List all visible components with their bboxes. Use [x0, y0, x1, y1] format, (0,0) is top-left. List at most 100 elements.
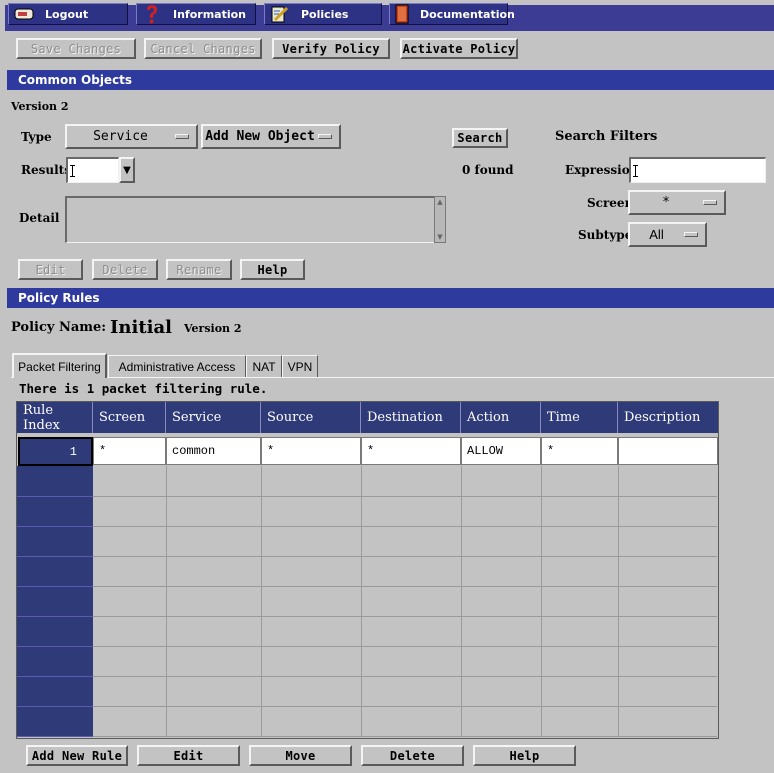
option-indicator-icon [318, 134, 332, 139]
help-rule-button[interactable]: Help [473, 745, 576, 766]
move-rule-button[interactable]: Move [249, 745, 352, 766]
tab-nat[interactable]: NAT [246, 355, 282, 377]
index-row-line [17, 616, 93, 617]
index-row-line [17, 526, 93, 527]
grid-row-line [93, 646, 717, 647]
grid-row-line [93, 736, 717, 737]
grid-column-line [541, 466, 542, 737]
source-cell[interactable]: * [261, 437, 361, 465]
results-dropdown-arrow-icon[interactable]: ▼ [119, 157, 135, 183]
text-cursor-icon [70, 165, 75, 177]
action-cell[interactable]: ALLOW [461, 437, 541, 465]
policies-label: Policies [301, 7, 349, 21]
common-objects-header: Common Objects [7, 70, 774, 90]
grid-column-line [618, 466, 619, 737]
text-cursor-icon [633, 165, 638, 177]
grid-row-line [93, 556, 717, 557]
subtype-select[interactable]: All [628, 222, 707, 247]
results-input[interactable] [66, 157, 119, 183]
delete-rule-button[interactable]: Delete [361, 745, 464, 766]
found-count: 0 found [462, 163, 514, 177]
tab-packet-filtering[interactable]: Packet Filtering [12, 353, 107, 378]
grid-row-line [93, 706, 717, 707]
information-button[interactable]: Information [136, 3, 256, 25]
grid-row-line [93, 676, 717, 677]
save-changes-button[interactable]: Save Changes [16, 38, 136, 59]
column-header-time: Time [541, 402, 618, 433]
cancel-changes-button[interactable]: Cancel Changes [144, 38, 262, 59]
empty-index-column [17, 466, 93, 737]
column-header-destination: Destination [361, 402, 461, 433]
documentation-button[interactable]: Documentation [389, 3, 515, 25]
common-objects-version: Version 2 [11, 100, 69, 113]
rename-object-button[interactable]: Rename [166, 259, 232, 280]
grid-column-line [361, 466, 362, 737]
index-row-line [17, 676, 93, 677]
column-header-screen: Screen [93, 402, 166, 433]
verify-policy-button[interactable]: Verify Policy [272, 38, 390, 59]
tab-vpn[interactable]: VPN [282, 355, 318, 377]
column-header-description: Description [618, 402, 718, 433]
policies-button[interactable]: Policies [264, 3, 382, 25]
grid-row-line [93, 526, 717, 527]
policies-icon [269, 4, 291, 24]
policy-name: Initial [110, 317, 172, 338]
option-indicator-icon [703, 200, 717, 205]
book-icon [394, 4, 410, 24]
logout-button[interactable]: Logout [8, 3, 128, 25]
add-new-rule-button[interactable]: Add New Rule [26, 745, 128, 766]
option-indicator-icon [175, 134, 189, 139]
column-header-service: Service [166, 402, 261, 433]
rule-count-text: There is 1 packet filtering rule. [19, 381, 268, 396]
column-header-source: Source [261, 402, 361, 433]
grid-column-line [261, 466, 262, 737]
column-header-rule-index: Rule Index [17, 402, 93, 433]
logout-label: Logout [45, 7, 89, 21]
logout-icon [13, 4, 35, 24]
screen-cell[interactable]: * [93, 437, 166, 465]
destination-cell[interactable]: * [361, 437, 461, 465]
description-cell[interactable] [618, 437, 718, 465]
activate-policy-button[interactable]: Activate Policy [400, 38, 518, 59]
search-filters-label: Search Filters [555, 129, 658, 144]
grid-column-line [166, 466, 167, 737]
documentation-label: Documentation [420, 7, 515, 21]
screen-label: Screen [587, 196, 634, 210]
results-label: Results [21, 163, 71, 177]
grid-row-line [93, 586, 717, 587]
policy-rules-header: Policy Rules [7, 288, 774, 308]
expression-label: Expression [565, 163, 639, 177]
detail-textarea[interactable] [65, 196, 435, 243]
type-select[interactable]: Service [65, 124, 198, 149]
grid-row-line [93, 496, 717, 497]
policy-name-label: Policy Name: [11, 320, 107, 335]
tab-administrative-access[interactable]: Administrative Access [108, 355, 246, 377]
detail-scrollbar[interactable]: ▲ ▼ [434, 196, 446, 243]
service-cell[interactable]: common [166, 437, 261, 465]
help-object-button[interactable]: Help [240, 259, 305, 280]
edit-rule-button[interactable]: Edit [137, 745, 240, 766]
information-label: Information [173, 7, 246, 21]
type-label: Type [21, 130, 52, 144]
expression-input[interactable] [629, 157, 766, 183]
scroll-up-icon[interactable]: ▲ [435, 197, 445, 207]
index-row-line [17, 706, 93, 707]
scroll-down-icon[interactable]: ▼ [435, 232, 445, 242]
tab-baseline [11, 377, 774, 378]
column-header-action: Action [461, 402, 541, 433]
grid-column-line [461, 466, 462, 737]
option-indicator-icon [684, 232, 698, 237]
delete-object-button[interactable]: Delete [92, 259, 158, 280]
time-cell[interactable]: * [541, 437, 618, 465]
index-row-line [17, 646, 93, 647]
detail-label: Detail [19, 211, 60, 225]
edit-object-button[interactable]: Edit [18, 259, 83, 280]
add-new-object-select[interactable]: Add New Object [201, 124, 341, 149]
index-row-line [17, 586, 93, 587]
index-row-line [17, 736, 93, 737]
rule-index-cell[interactable]: 1 [18, 437, 93, 466]
screen-select[interactable]: * [628, 190, 726, 215]
question-mark-icon [141, 4, 163, 24]
policy-version: Version 2 [184, 322, 242, 335]
search-button[interactable]: Search [452, 128, 508, 148]
